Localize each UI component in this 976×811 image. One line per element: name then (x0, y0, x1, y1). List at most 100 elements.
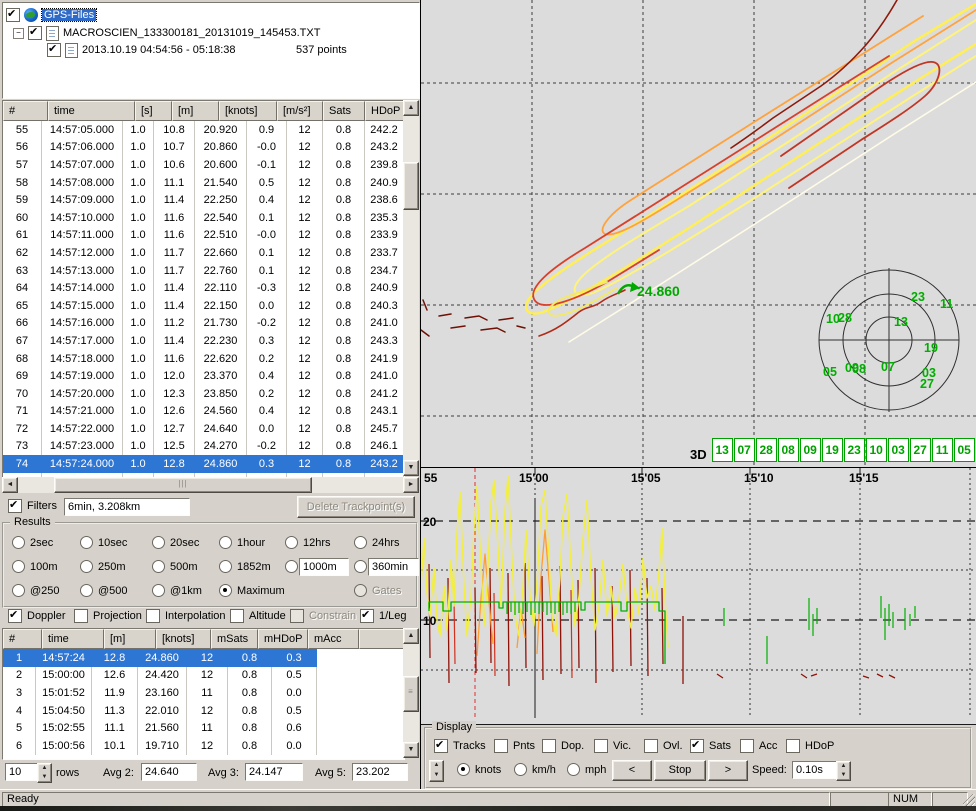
table-row[interactable]: 315:01:5211.923.160110.80.0 (3, 684, 404, 702)
vicinity-checkbox[interactable]: Vic. (594, 739, 631, 753)
tree-checkbox-root[interactable] (6, 8, 20, 22)
radio-knots[interactable]: knots (457, 763, 501, 776)
scroll-right-icon[interactable]: ► (403, 477, 419, 493)
radio-custom-distance[interactable] (285, 560, 298, 573)
scroll-left-icon[interactable]: ◄ (2, 477, 18, 493)
table-row[interactable]: 6714:57:17.0001.011.422.2300.3120.8243.3 (3, 332, 404, 350)
radio-maximum[interactable]: Maximum (219, 584, 285, 597)
table-row[interactable]: 5514:57:05.0001.010.820.9200.9120.8242.2 (3, 121, 404, 139)
radio-24hrs[interactable]: 24hrs (354, 536, 400, 549)
column-header[interactable]: Sats (323, 101, 365, 121)
table-row[interactable]: 6214:57:12.0001.011.722.6600.1120.8233.7 (3, 244, 404, 262)
replay-speed-spinner[interactable]: ▲▼ (836, 761, 851, 781)
column-header[interactable]: # (3, 629, 42, 649)
table-row[interactable]: 7414:57:24.0001.012.824.8600.3120.8243.2 (3, 455, 404, 473)
zoom-spinner[interactable]: ▲▼ (429, 760, 444, 782)
radio-100m[interactable]: 100m (12, 560, 58, 573)
radio-mph[interactable]: mph (567, 763, 606, 776)
scroll-up-icon[interactable]: ▲ (403, 100, 419, 116)
collapse-icon[interactable]: − (13, 28, 24, 39)
tree-item-root[interactable]: GPS-Files (6, 7, 96, 23)
doppler-checkbox[interactable]: Doppler (8, 609, 66, 623)
column-header[interactable]: [s] (135, 101, 172, 121)
column-header[interactable]: time (42, 629, 104, 649)
table-row[interactable]: 6814:57:18.0001.011.622.6200.2120.8241.9 (3, 350, 404, 368)
per-leg-checkbox[interactable]: 1/Leg (360, 609, 407, 623)
constrain-checkbox[interactable]: Constrain (290, 609, 356, 623)
radio-1852m[interactable]: 1852m (219, 560, 271, 573)
interpolation-checkbox[interactable]: Interpolation (146, 609, 226, 623)
speed-time-graph[interactable]: 55 15'00 15'05 15'10 15'15 20 10 (421, 468, 976, 724)
delete-trackpoints-button[interactable]: Delete Trackpoint(s) (297, 496, 415, 518)
altitude-checkbox[interactable]: Altitude (230, 609, 286, 623)
trackpoint-table[interactable]: #time[s][m][knots][m/s²]SatsHDoPCOG5514:… (2, 100, 405, 478)
table-row[interactable]: 7114:57:21.0001.012.624.5600.4120.8243.1 (3, 403, 404, 421)
column-header[interactable]: [knots] (219, 101, 277, 121)
column-header[interactable]: time (48, 101, 135, 121)
tree-session-label[interactable]: 2013.10.19 04:54:56 - 05:18:38 (82, 44, 236, 56)
step-forward-button[interactable]: > (708, 760, 748, 781)
table-row[interactable]: 6614:57:16.0001.011.221.730-0.2120.8241.… (3, 315, 404, 333)
trackpoint-table-hscrollbar[interactable]: ◄ ||| ► (2, 477, 419, 493)
trackpoint-table-vscrollbar[interactable]: ▲ ▼ (403, 100, 419, 476)
filters-checkbox[interactable] (8, 499, 22, 513)
column-header[interactable]: [m/s²] (277, 101, 323, 121)
tree-file-label[interactable]: MACROSCIEN_133300181_20131019_145453.TXT (63, 27, 320, 39)
table-row[interactable]: 5714:57:07.0001.010.620.600-0.1120.8239.… (3, 156, 404, 174)
rows-count-input[interactable] (5, 763, 41, 781)
hdop-checkbox[interactable]: HDoP (786, 739, 834, 753)
column-header[interactable]: [m] (172, 101, 219, 121)
table-row[interactable]: 7214:57:22.0001.012.724.6400.0120.8245.7 (3, 420, 404, 438)
rows-count-spinner[interactable]: ▲▼ (37, 763, 52, 783)
table-row[interactable]: 415:04:5011.322.010120.80.5 (3, 702, 404, 720)
scroll-thumb[interactable] (403, 162, 419, 210)
table-row[interactable]: 7314:57:23.0001.012.524.270-0.2120.8246.… (3, 438, 404, 456)
table-row[interactable]: 5814:57:08.0001.011.121.5400.5120.8240.9 (3, 174, 404, 192)
custom-distance-input[interactable] (299, 558, 349, 576)
table-row[interactable]: 6414:57:14.0001.011.422.110-0.3120.8240.… (3, 279, 404, 297)
table-row[interactable]: 6014:57:10.0001.011.622.5400.1120.8235.3 (3, 209, 404, 227)
radio-kmh[interactable]: km/h (514, 763, 556, 776)
scroll-up-icon[interactable]: ▲ (403, 628, 419, 644)
column-header[interactable]: mHDoP (258, 629, 308, 649)
radio-at500[interactable]: @500 (80, 584, 128, 597)
tree-item-file[interactable]: − MACROSCIEN_133300181_20131019_145453.T… (13, 25, 320, 41)
table-row[interactable]: 6514:57:15.0001.011.422.1500.0120.8240.3 (3, 297, 404, 315)
table-row[interactable]: 7014:57:20.0001.012.323.8500.2120.8241.2 (3, 385, 404, 403)
scroll-thumb[interactable]: ||| (54, 477, 312, 493)
overlay-checkbox[interactable]: Ovl. (644, 739, 683, 753)
column-header[interactable]: [knots] (156, 629, 211, 649)
radio-10sec[interactable]: 10sec (80, 536, 127, 549)
table-row[interactable]: 6114:57:11.0001.011.622.510-0.0120.8233.… (3, 227, 404, 245)
tree-item-session[interactable]: 2013.10.19 04:54:56 - 05:18:38 (47, 42, 236, 58)
replay-speed-input[interactable] (792, 761, 840, 779)
radio-2sec[interactable]: 2sec (12, 536, 53, 549)
column-header[interactable]: [m] (104, 629, 156, 649)
tree-checkbox-session[interactable] (47, 43, 61, 57)
table-row[interactable]: 114:57:2412.824.860120.80.3 (3, 649, 404, 667)
results-table[interactable]: #time[m][knots]mSatsmHDoPmAcc114:57:2412… (2, 628, 405, 760)
radio-12hrs[interactable]: 12hrs (285, 536, 331, 549)
scroll-thumb[interactable]: ≡ (403, 676, 419, 712)
tracks-checkbox[interactable]: Tracks (434, 739, 486, 753)
filters-value-input[interactable] (64, 498, 190, 516)
radio-500m[interactable]: 500m (152, 560, 198, 573)
radio-250m[interactable]: 250m (80, 560, 126, 573)
table-row[interactable]: 615:00:5610.119.710120.80.0 (3, 737, 404, 755)
table-row[interactable]: 6314:57:13.0001.011.722.7600.1120.8234.7 (3, 262, 404, 280)
radio-1hour[interactable]: 1hour (219, 536, 265, 549)
scroll-down-icon[interactable]: ▼ (403, 742, 419, 758)
column-header[interactable]: mSats (211, 629, 258, 649)
table-row[interactable]: 5614:57:06.0001.010.720.860-0.0120.8243.… (3, 139, 404, 157)
gps-files-tree[interactable]: GPS-Files − MACROSCIEN_133300181_2013101… (2, 2, 420, 99)
table-row[interactable]: 6914:57:19.0001.012.023.3700.4120.8241.0 (3, 367, 404, 385)
tree-checkbox-file[interactable] (28, 26, 42, 40)
table-row[interactable]: 215:00:0012.624.420120.80.5 (3, 667, 404, 685)
radio-custom-time[interactable] (354, 560, 367, 573)
track-map[interactable]: 24.860 23 11 10 28 13 19 05 09 08 07 03 … (421, 0, 976, 467)
table-row[interactable]: 515:02:5511.121.560110.80.6 (3, 719, 404, 737)
stop-button[interactable]: Stop (654, 760, 706, 781)
results-table-vscrollbar[interactable]: ▲ ≡ ▼ (403, 628, 419, 758)
radio-at250[interactable]: @250 (12, 584, 60, 597)
scroll-down-icon[interactable]: ▼ (403, 460, 419, 476)
